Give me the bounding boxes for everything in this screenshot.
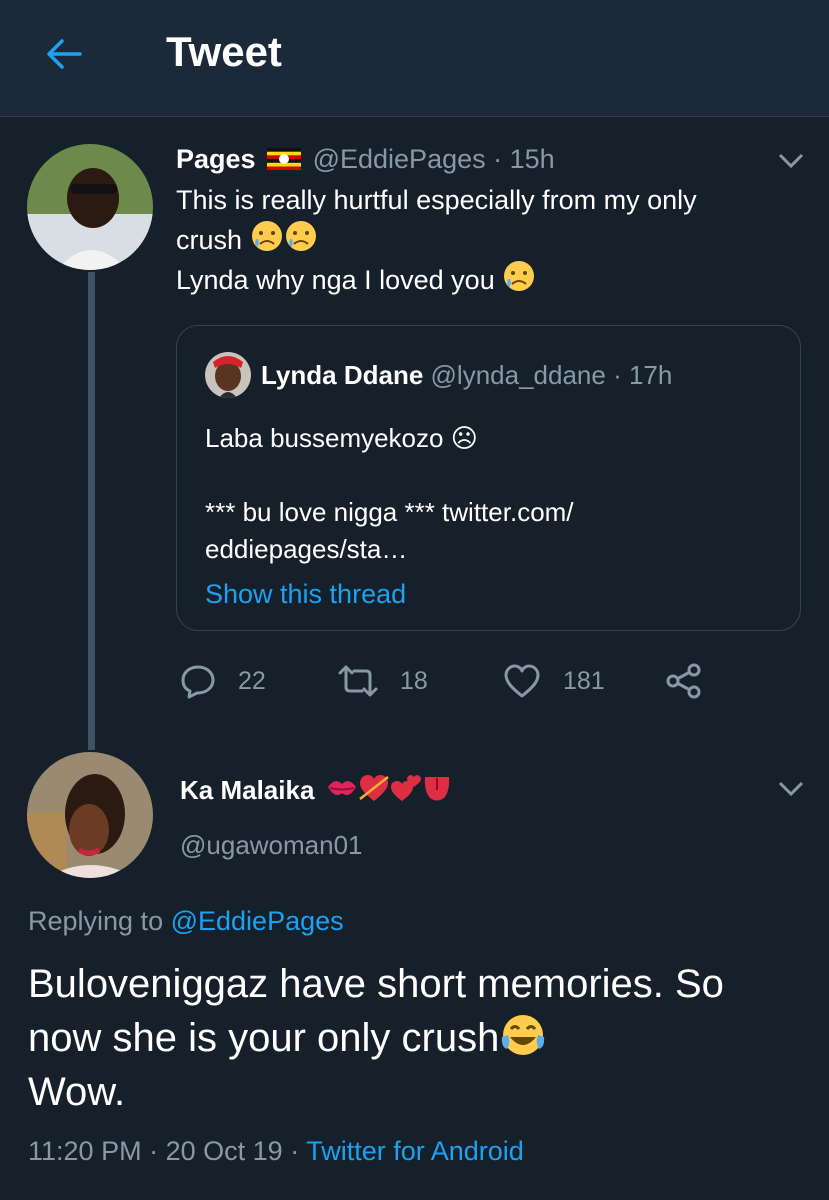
retweet-icon bbox=[338, 665, 378, 697]
quoted-handle: @lynda_ddane bbox=[430, 360, 606, 390]
quoted-text-line: Laba bussemyekozo ☹ bbox=[205, 423, 478, 453]
heart-with-arrow-icon bbox=[358, 775, 389, 801]
tweet-text: This is really hurtful especially from m… bbox=[176, 182, 776, 299]
avatar-photo bbox=[27, 144, 153, 270]
sad-relieved-face-icon bbox=[504, 261, 535, 291]
sad-relieved-face-icon bbox=[251, 221, 282, 251]
quoted-time: · 17h bbox=[613, 360, 673, 390]
like-count: 181 bbox=[563, 666, 605, 695]
sad-relieved-face-icon bbox=[285, 221, 316, 251]
tweet-text-line: This is really hurtful especially from m… bbox=[176, 185, 697, 215]
thread-line bbox=[88, 272, 95, 750]
replying-prefix: Replying to bbox=[28, 906, 164, 936]
reply-text-line: Wow. bbox=[28, 1070, 126, 1114]
replying-to: Replying to @EddiePages bbox=[28, 906, 344, 937]
reply-author: Ka Malaika bbox=[180, 773, 452, 806]
kiss-mark-icon bbox=[327, 781, 356, 795]
back-arrow-icon[interactable] bbox=[44, 34, 84, 74]
quoted-avatar-photo bbox=[205, 352, 251, 398]
reply-date: 20 Oct 19 bbox=[165, 1136, 283, 1166]
tweet-text-line: Lynda why nga I loved you bbox=[176, 265, 495, 295]
author-handle[interactable]: @EddiePages bbox=[313, 144, 486, 174]
page-title: Tweet bbox=[166, 28, 282, 75]
uganda-flag-icon bbox=[267, 148, 302, 170]
reply-count: 22 bbox=[238, 666, 266, 695]
quoted-author-name: Lynda Ddane bbox=[261, 360, 424, 390]
reply-avatar-photo bbox=[27, 752, 153, 878]
reply-author-name[interactable]: Ka Malaika bbox=[180, 775, 314, 805]
top-bar: Tweet bbox=[0, 0, 829, 117]
share-button[interactable] bbox=[665, 663, 725, 699]
replying-to-link[interactable]: @EddiePages bbox=[171, 906, 344, 936]
tears-of-joy-icon bbox=[502, 1015, 545, 1055]
reply-icon bbox=[181, 665, 215, 699]
tweet-text-line: crush bbox=[176, 225, 243, 255]
quoted-tweet[interactable]: Lynda Ddane @lynda_ddane · 17h Laba buss… bbox=[176, 325, 801, 631]
share-icon bbox=[666, 663, 701, 699]
reply-author-handle[interactable]: @ugawoman01 bbox=[180, 830, 363, 861]
chevron-down-icon[interactable] bbox=[778, 781, 804, 797]
author-name[interactable]: Pages bbox=[176, 144, 256, 174]
reply-source[interactable]: Twitter for Android bbox=[306, 1136, 524, 1166]
tweet-meta: 11:20 PM · 20 Oct 19 · Twitter for Andro… bbox=[28, 1136, 524, 1167]
retweet-count: 18 bbox=[400, 666, 428, 695]
meta-separator: · bbox=[149, 1136, 159, 1166]
reply-text: Buloveniggaz have short memories. So now… bbox=[28, 957, 808, 1119]
reply-avatar[interactable] bbox=[27, 752, 153, 878]
retweet-button[interactable]: 18 bbox=[338, 663, 428, 699]
quoted-text-line: eddiepages/sta… bbox=[205, 534, 408, 564]
show-thread-link[interactable]: Show this thread bbox=[205, 579, 406, 610]
quoted-header: Lynda Ddane @lynda_ddane · 17h bbox=[261, 360, 672, 391]
avatar[interactable] bbox=[27, 144, 153, 270]
quoted-text: Laba bussemyekozo ☹ *** bu love nigga **… bbox=[205, 420, 765, 568]
reply-time: 11:20 PM bbox=[28, 1136, 142, 1166]
reply-text-line: now she is your only crush bbox=[28, 1016, 500, 1060]
quoted-text-line: *** bu love nigga *** twitter.com/ bbox=[205, 497, 574, 527]
meta-separator: · bbox=[290, 1136, 300, 1166]
tongue-icon bbox=[424, 777, 449, 801]
like-icon bbox=[504, 664, 540, 698]
like-button[interactable]: 181 bbox=[503, 663, 605, 699]
tweet-time: · 15h bbox=[493, 144, 555, 174]
reply-text-line: Buloveniggaz have short memories. So bbox=[28, 962, 724, 1006]
two-hearts-icon bbox=[390, 775, 421, 801]
chevron-down-icon[interactable] bbox=[778, 153, 804, 169]
tweet-header: Pages @EddiePages · 15h bbox=[176, 144, 555, 175]
quoted-avatar bbox=[205, 352, 251, 398]
reply-button[interactable]: 22 bbox=[180, 663, 266, 699]
